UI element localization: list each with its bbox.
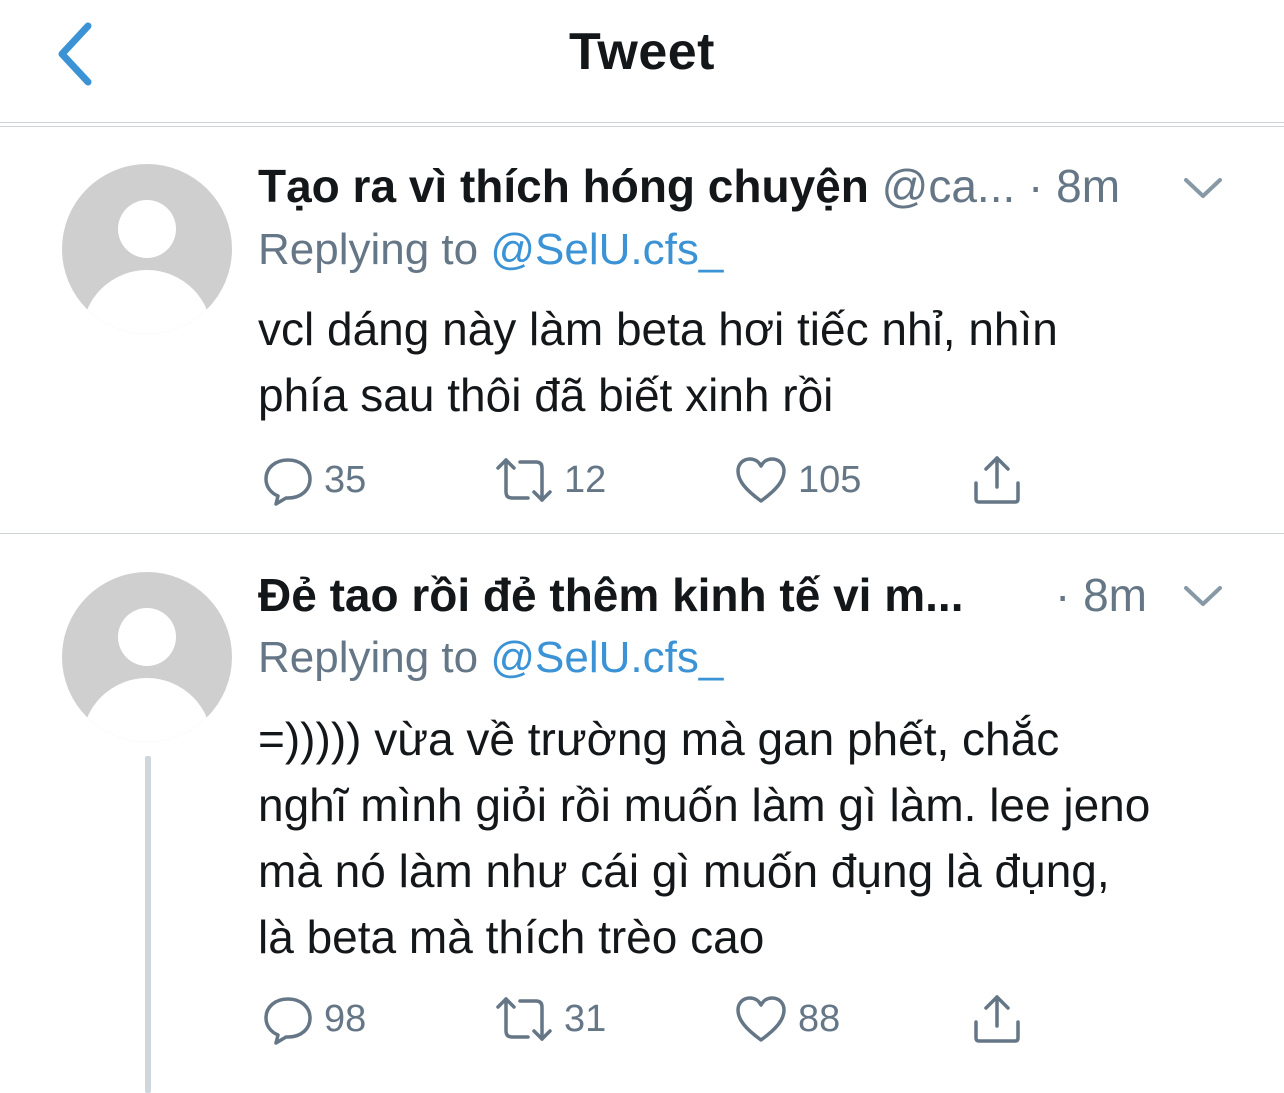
avatar[interactable] [62, 164, 232, 334]
retweet-button[interactable]: 12 [494, 450, 606, 510]
avatar-head-shape [118, 200, 176, 258]
like-button[interactable]: 88 [734, 989, 840, 1049]
like-button[interactable]: 105 [734, 450, 861, 510]
tweet-header: Tạo ra vì thích hóng chuyện @ca... · 8m [258, 156, 1218, 216]
share-button[interactable] [970, 450, 1024, 510]
tweet-divider [0, 533, 1284, 534]
avatar-body-shape [82, 678, 212, 742]
reply-icon [264, 458, 312, 506]
thread-line [145, 756, 151, 1093]
tweet-text: vcl dáng này làm beta hơi tiếc nhỉ, nhìn… [258, 296, 1248, 428]
replying-to-row: Replying to @SelU.cfs_ [258, 222, 723, 278]
replying-label: Replying to [258, 225, 479, 274]
replying-to-row: Replying to @SelU.cfs_ [258, 630, 723, 686]
like-heart-icon [736, 457, 786, 503]
tweet-text-line: nghĩ mình giỏi rồi muốn làm gì làm. lee … [258, 779, 1151, 831]
avatar-head-shape [118, 608, 176, 666]
tweet-time: · 8m [1055, 569, 1147, 621]
retweet-count: 31 [564, 997, 607, 1040]
share-icon [974, 995, 1020, 1043]
like-count: 88 [798, 997, 841, 1040]
tweet-text-line: là beta mà thích trèo cao [258, 911, 765, 963]
tweet-text-line: mà nó làm như cái gì muốn đụng là đụng, [258, 845, 1110, 897]
display-name[interactable]: Tạo ra vì thích hóng chuyện [258, 160, 869, 212]
page-title: Tweet [568, 23, 715, 81]
replying-to-handle[interactable]: @SelU.cfs_ [490, 633, 723, 682]
retweet-count: 12 [564, 458, 607, 501]
tweet-actions: 98 31 88 [258, 989, 1058, 1049]
reply-count: 35 [324, 458, 367, 501]
reply-icon [264, 997, 312, 1045]
tweet-text: =))))) vừa về trường mà gan phết, chắc n… [258, 706, 1248, 970]
header-divider-2 [0, 126, 1284, 127]
replying-label: Replying to [258, 633, 479, 682]
user-handle[interactable]: @ca... [882, 160, 1016, 212]
tweet-text-line: =))))) vừa về trường mà gan phết, chắc [258, 713, 1060, 765]
reply-count: 98 [324, 997, 367, 1040]
share-button[interactable] [970, 989, 1024, 1049]
retweet-icon [496, 458, 552, 502]
retweet-icon [496, 997, 552, 1041]
reply-button[interactable]: 35 [262, 450, 366, 510]
tweet-header: Đẻ tao rồi đẻ thêm kinh tế vi m... · 8m [258, 565, 1218, 625]
display-name[interactable]: Đẻ tao rồi đẻ thêm kinh tế vi m... [258, 569, 963, 621]
reply-button[interactable]: 98 [262, 989, 366, 1049]
replying-to-handle[interactable]: @SelU.cfs_ [490, 225, 723, 274]
tweet-text-line: vcl dáng này làm beta hơi tiếc nhỉ, nhìn [258, 303, 1058, 355]
top-nav-bar: Tweet [0, 0, 1284, 122]
chevron-down-icon[interactable] [1180, 578, 1226, 614]
retweet-button[interactable]: 31 [494, 989, 606, 1049]
tweet-time: · 8m [1028, 160, 1121, 212]
avatar-body-shape [82, 270, 212, 334]
like-heart-icon [736, 996, 786, 1042]
tweet-text-line: phía sau thôi đã biết xinh rồi [258, 369, 834, 421]
share-icon [974, 456, 1020, 504]
like-count: 105 [798, 458, 862, 501]
header-divider [0, 122, 1284, 123]
avatar[interactable] [62, 572, 232, 742]
tweet-actions: 35 12 105 [258, 450, 1058, 510]
chevron-down-icon[interactable] [1180, 170, 1226, 206]
